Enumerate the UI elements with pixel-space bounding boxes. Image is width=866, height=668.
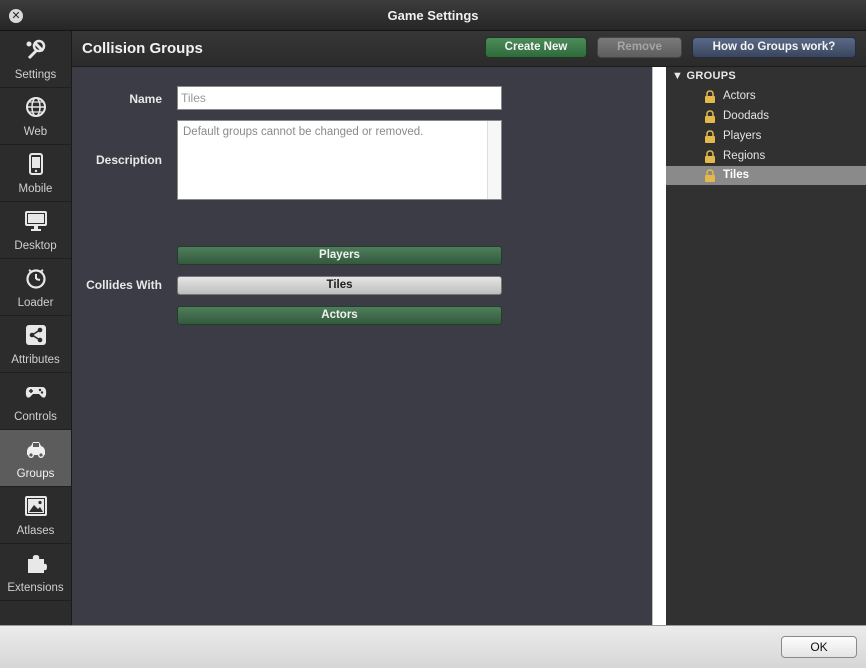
tree-item-label: Doodads [723, 110, 770, 122]
phone-icon [29, 153, 43, 175]
collide-toggle-actors[interactable]: Actors [177, 306, 502, 325]
sidebar-item-mobile[interactable]: Mobile [0, 145, 71, 202]
sidebar: Settings Web Mobile Desktop Loader Attri… [0, 31, 72, 625]
disclosure-triangle-icon: ▼ [672, 70, 684, 82]
description-field[interactable]: Default groups cannot be changed or remo… [177, 120, 502, 200]
car-icon [27, 442, 45, 458]
sidebar-item-label: Loader [17, 297, 54, 309]
gamepad-icon [25, 387, 47, 398]
tree-item-regions[interactable]: Regions [666, 147, 866, 166]
main-header: Collision Groups Create New Remove How d… [72, 31, 866, 67]
sidebar-item-web[interactable]: Web [0, 88, 71, 145]
lock-icon [705, 90, 715, 103]
name-field[interactable] [177, 86, 502, 110]
sidebar-item-label: Atlases [16, 525, 55, 537]
globe-icon [26, 97, 46, 117]
sidebar-item-label: Extensions [7, 582, 64, 594]
share-icon [26, 325, 46, 345]
description-label: Description [95, 153, 162, 167]
image-icon [25, 496, 47, 516]
monitor-icon [25, 211, 47, 231]
sidebar-item-atlases[interactable]: Atlases [0, 487, 71, 544]
ok-button[interactable]: OK [781, 636, 857, 658]
clock-icon [26, 269, 46, 289]
tree-item-label: Regions [723, 150, 766, 162]
tree-item-label: Actors [723, 90, 756, 102]
collide-toggle-tiles[interactable]: Tiles [177, 276, 502, 295]
panel-divider[interactable] [652, 67, 666, 625]
sidebar-item-loader[interactable]: Loader [0, 259, 71, 316]
page-title: Collision Groups [82, 40, 203, 57]
wrench-icon [26, 39, 46, 60]
sidebar-item-label: Attributes [11, 354, 60, 366]
create-new-button[interactable]: Create New [485, 37, 587, 58]
lock-icon [705, 130, 715, 143]
title-bar: ✕ Game Settings [0, 0, 866, 31]
lock-icon [705, 150, 715, 163]
puzzle-icon [28, 555, 47, 573]
sidebar-item-label: Mobile [18, 183, 53, 195]
sidebar-item-label: Settings [14, 69, 57, 81]
tree-root[interactable]: ▼ GROUPS [672, 70, 736, 82]
groups-tree: ▼ GROUPS Actors Doodads Players Regions [666, 67, 866, 625]
collide-toggle-players[interactable]: Players [177, 246, 502, 265]
sidebar-item-label: Controls [14, 411, 57, 423]
sidebar-item-label: Desktop [14, 240, 57, 252]
tree-item-label: Tiles [723, 169, 749, 181]
sidebar-item-controls[interactable]: Controls [0, 373, 71, 430]
sidebar-item-settings[interactable]: Settings [0, 31, 71, 88]
tree-item-players[interactable]: Players [666, 127, 866, 146]
sidebar-item-label: Web [23, 126, 48, 138]
how-groups-work-button[interactable]: How do Groups work? [692, 37, 856, 58]
tree-item-actors[interactable]: Actors [666, 87, 866, 106]
tree-item-tiles[interactable]: Tiles [666, 166, 866, 185]
window-title: Game Settings [387, 8, 479, 23]
sidebar-item-extensions[interactable]: Extensions [0, 544, 71, 601]
lock-icon [705, 169, 715, 182]
sidebar-item-desktop[interactable]: Desktop [0, 202, 71, 259]
tree-item-doodads[interactable]: Doodads [666, 107, 866, 126]
collides-with-label: Collides With [86, 278, 162, 292]
tree-root-label: GROUPS [686, 70, 737, 82]
group-editor-panel: Name Description Default groups cannot b… [72, 67, 652, 625]
sidebar-item-label: Groups [16, 468, 55, 480]
sidebar-item-groups[interactable]: Groups [0, 430, 71, 487]
description-text: Default groups cannot be changed or remo… [183, 126, 424, 138]
name-label: Name [129, 92, 162, 106]
tree-item-label: Players [723, 130, 762, 142]
lock-icon [705, 110, 715, 123]
sidebar-item-attributes[interactable]: Attributes [0, 316, 71, 373]
dialog-footer: OK [0, 625, 866, 668]
remove-button[interactable]: Remove [597, 37, 682, 58]
description-scrollbar[interactable] [487, 121, 501, 199]
